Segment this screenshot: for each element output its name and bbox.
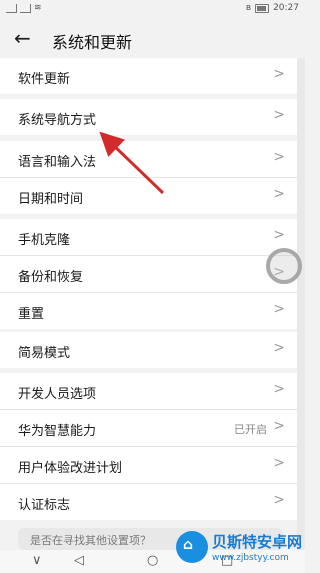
settings-group-4: 手机克隆 > 备份和恢复 > 重置 > [0, 219, 297, 329]
list-item-label: 软件更新 [18, 72, 71, 87]
signal-indicators: ≋ [6, 3, 42, 13]
home-circle-icon[interactable]: ○ [147, 553, 158, 568]
chevron-right-icon: > [273, 301, 285, 317]
list-item-phone-clone[interactable]: 手机克隆 > [0, 219, 297, 256]
list-item-label: 语言和输入法 [18, 155, 97, 170]
status-value: 已开启 [234, 423, 267, 436]
list-item-software-update[interactable]: 软件更新 > [0, 58, 297, 94]
list-item-simple-mode[interactable]: 简易模式 > [0, 332, 297, 368]
list-item-label: 简易模式 [18, 346, 71, 361]
list-item-label: 手机克隆 [18, 233, 71, 248]
list-item-label: 开发人员选项 [18, 387, 97, 402]
list-item-date-time[interactable]: 日期和时间 > [0, 178, 297, 214]
signal-icon [6, 3, 17, 13]
back-arrow-icon[interactable]: ← [14, 25, 40, 51]
chevron-right-icon: > [273, 107, 285, 123]
scroll-track [297, 58, 305, 558]
signal-icon-2 [20, 3, 31, 13]
list-item-developer-options[interactable]: 开发人员选项 > [0, 373, 297, 410]
chevron-right-icon: > [273, 381, 285, 397]
hint-text: 是否在寻找其他设置项？ [30, 534, 151, 547]
settings-group-5: 简易模式 > [0, 332, 297, 368]
chevron-right-icon: > [273, 340, 285, 356]
wifi-icon: ≋ [34, 3, 42, 13]
watermark-title: 贝斯特安卓网 [212, 533, 303, 551]
list-item-label: 备份和恢复 [18, 270, 84, 285]
settings-group-1: 软件更新 > [0, 58, 297, 94]
list-item-language-input[interactable]: 语言和输入法 > [0, 141, 297, 178]
list-item-huawei-ai[interactable]: 华为智慧能力 已开启 > [0, 410, 297, 447]
list-item-label: 重置 [18, 307, 45, 322]
status-bar: ≋ ʙ 20:27 [0, 0, 305, 18]
list-item-label: 认证标志 [18, 498, 71, 513]
list-item-reset[interactable]: 重置 > [0, 293, 297, 329]
list-item-backup-restore[interactable]: 备份和恢复 > [0, 256, 297, 293]
chevron-down-icon[interactable]: ∨ [32, 553, 42, 568]
chevron-right-icon: > [273, 186, 285, 202]
settings-group-6: 开发人员选项 > 华为智慧能力 已开启 > 用户体验改进计划 > 认证标志 > [0, 373, 297, 520]
battery-icon [255, 3, 270, 13]
list-item-system-navigation[interactable]: 系统导航方式 > [0, 99, 297, 135]
header: ← 系统和更新 [0, 22, 305, 58]
chevron-right-icon: > [273, 66, 285, 82]
settings-group-3: 语言和输入法 > 日期和时间 > [0, 141, 297, 214]
chevron-right-icon: > [273, 227, 285, 243]
page-title: 系统和更新 [52, 33, 133, 52]
back-triangle-icon[interactable]: ◁ [74, 553, 84, 568]
chevron-right-icon: > [273, 418, 285, 434]
list-item-certification[interactable]: 认证标志 > [0, 484, 297, 520]
watermark-url: www.zjbstyy.com [212, 553, 289, 563]
watermark: ⌂ 贝斯特安卓网 www.zjbstyy.com [176, 531, 303, 571]
watermark-logo-icon: ⌂ [176, 531, 208, 563]
chevron-right-icon: > [273, 455, 285, 471]
chevron-right-icon: > [273, 149, 285, 165]
status-time: 20:27 [273, 3, 299, 13]
floating-touch-button[interactable] [266, 248, 302, 284]
settings-group-2: 系统导航方式 > [0, 99, 297, 135]
list-item-label: 系统导航方式 [18, 113, 97, 128]
bluetooth-icon: ʙ [245, 3, 252, 13]
list-item-user-experience[interactable]: 用户体验改进计划 > [0, 447, 297, 484]
list-item-label: 日期和时间 [18, 192, 84, 207]
chevron-right-icon: > [273, 492, 285, 508]
list-item-label: 华为智慧能力 [18, 424, 97, 439]
list-item-label: 用户体验改进计划 [18, 461, 123, 476]
